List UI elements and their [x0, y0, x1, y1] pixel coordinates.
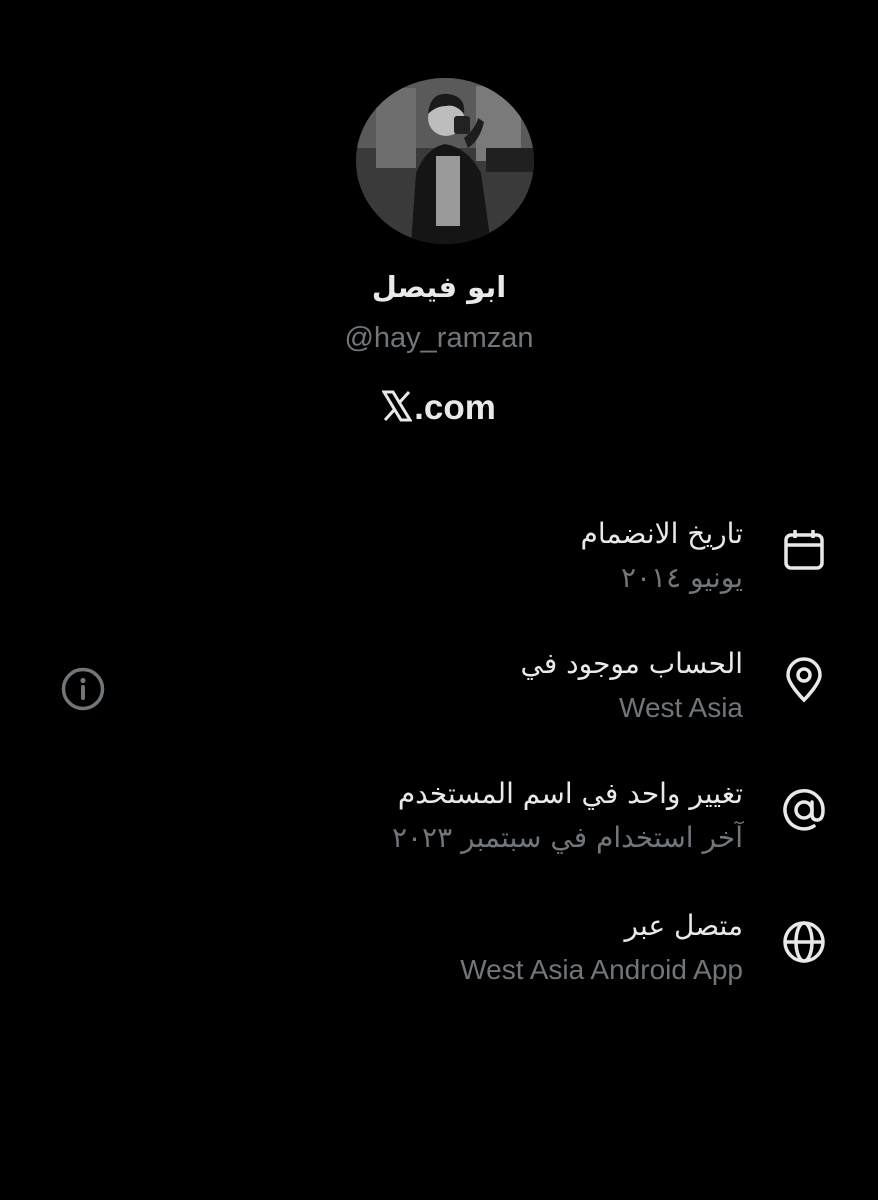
info-icon[interactable]	[60, 666, 106, 712]
location-pin-icon	[780, 656, 828, 704]
calendar-icon	[780, 526, 828, 574]
about-subtitle: آخر استخدام في سبتمبر ٢٠٢٣	[391, 821, 743, 854]
about-subtitle: يونيو ٢٠١٤	[620, 561, 743, 594]
website-link[interactable]: .com	[0, 388, 878, 428]
display-name: ابو فيصل	[371, 270, 507, 304]
profile-photo	[356, 78, 534, 244]
about-subtitle: West Asia	[619, 692, 743, 723]
website-text: .com	[414, 388, 496, 427]
about-subtitle: West Asia Android App	[460, 954, 743, 985]
x-logo-icon	[381, 390, 413, 422]
handle[interactable]: @hay_ramzan	[0, 322, 878, 355]
about-title: الحساب موجود في	[520, 647, 743, 680]
at-sign-icon	[780, 786, 828, 834]
globe-icon	[780, 918, 828, 966]
about-title: تاريخ الانضمام	[580, 517, 744, 550]
about-row-joined: تاريخ الانضمام يونيو ٢٠١٤	[108, 512, 828, 612]
avatar[interactable]	[356, 78, 534, 244]
about-title: متصل عبر	[624, 909, 743, 942]
about-row-location: الحساب موجود في West Asia	[108, 642, 828, 742]
about-title: تغيير واحد في اسم المستخدم	[397, 777, 743, 810]
about-row-username-changes: تغيير واحد في اسم المستخدم آخر استخدام ف…	[108, 772, 828, 872]
about-row-connected-via: متصل عبر West Asia Android App	[108, 904, 828, 1004]
